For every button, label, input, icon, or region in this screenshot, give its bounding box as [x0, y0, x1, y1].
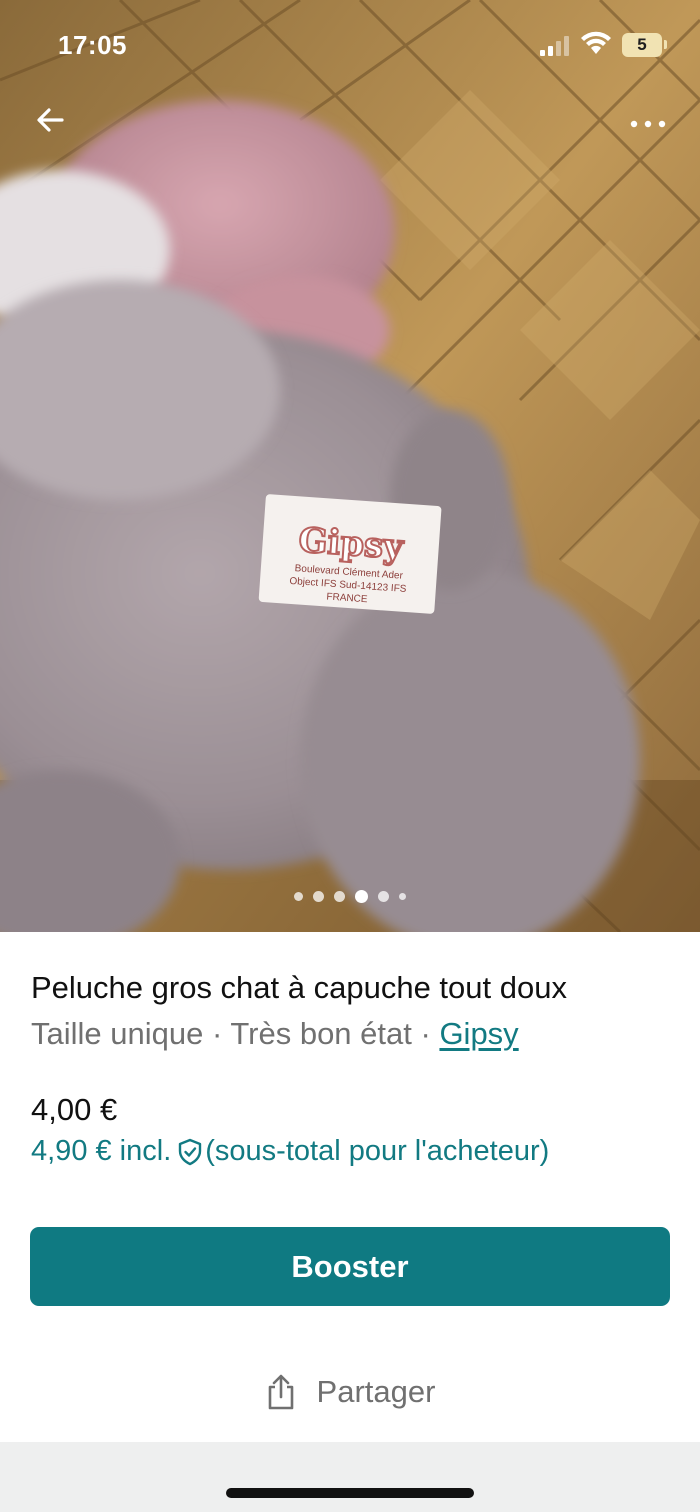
brand-label: Gipsy Boulevard Clément Ader Object IFS …: [258, 494, 442, 614]
wifi-icon: [581, 31, 611, 54]
brand-link[interactable]: Gipsy: [439, 1016, 518, 1051]
label-brand-text: Gipsy: [297, 520, 405, 567]
booster-button[interactable]: Booster: [30, 1227, 670, 1306]
more-horizontal-icon: [630, 120, 666, 128]
bottom-bar: [0, 1442, 700, 1512]
buyer-price: 4,90 € incl.: [31, 1135, 172, 1167]
item-price: 4,00 €: [31, 1092, 118, 1127]
cellular-signal-icon: [540, 36, 569, 56]
carousel-dot[interactable]: [313, 890, 324, 902]
carousel-indicator: [0, 886, 700, 906]
share-button[interactable]: Partager: [0, 1364, 700, 1420]
item-details: Peluche gros chat à capuche tout doux Ta…: [0, 932, 700, 1442]
more-options-button[interactable]: [624, 100, 672, 144]
share-label: Partager: [316, 1374, 436, 1409]
back-button[interactable]: [28, 98, 72, 142]
item-meta: Taille unique · Très bon état · Gipsy: [31, 1016, 519, 1052]
item-condition: Très bon état: [230, 1016, 412, 1051]
home-indicator[interactable]: [226, 1488, 474, 1498]
battery-tip: [664, 40, 667, 49]
item-size: Taille unique: [31, 1016, 204, 1051]
item-photo[interactable]: Gipsy Boulevard Clément Ader Object IFS …: [0, 0, 700, 932]
carousel-dot-active[interactable]: [355, 889, 368, 903]
carousel-dot[interactable]: [378, 890, 389, 902]
photo-scene: Gipsy Boulevard Clément Ader Object IFS …: [0, 0, 700, 932]
buyer-price-note: (sous-total pour l'acheteur): [205, 1135, 550, 1167]
meta-separator: ·: [411, 1016, 440, 1051]
buyer-price-row[interactable]: 4,90 € incl. (sous-total pour l'acheteur…: [31, 1135, 549, 1168]
status-time: 17:05: [58, 30, 127, 60]
carousel-dot[interactable]: [294, 891, 303, 901]
buyer-protection-shield-icon: [179, 1138, 202, 1165]
carousel-dot[interactable]: [399, 892, 406, 900]
item-title: Peluche gros chat à capuche tout doux: [31, 970, 567, 1005]
meta-separator: ·: [203, 1016, 231, 1051]
carousel-dot[interactable]: [334, 890, 345, 902]
status-bar: 17:05 5: [0, 0, 700, 90]
battery-icon: 5: [622, 33, 662, 57]
arrow-left-icon: [37, 108, 64, 132]
share-icon: [268, 1374, 293, 1410]
